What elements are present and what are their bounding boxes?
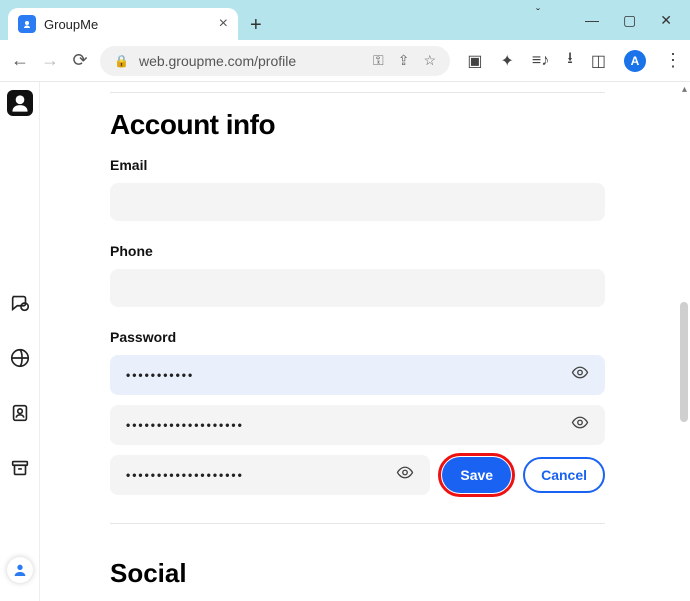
profile-avatar[interactable]: A — [624, 50, 646, 72]
scroll-up-arrow-icon[interactable]: ▴ — [682, 84, 687, 95]
profile-page: ▴ Account info Email Phone Password ••••… — [40, 82, 690, 601]
top-divider — [110, 92, 605, 93]
content-area: ▴ Account info Email Phone Password ••••… — [0, 82, 690, 601]
toggle-visibility-icon[interactable] — [571, 364, 589, 387]
extensions-icon[interactable]: ✦ — [501, 51, 514, 71]
share-icon[interactable]: ⇪ — [398, 52, 410, 69]
app-left-rail — [0, 82, 40, 601]
close-tab-icon[interactable]: × — [219, 15, 228, 33]
downloads-icon[interactable]: ⭳ — [567, 47, 573, 74]
contacts-icon[interactable] — [9, 402, 31, 429]
tab-dropdown-icon[interactable]: ˇ — [536, 6, 540, 20]
menu-icon[interactable]: ⋮ — [664, 50, 680, 71]
screenshot-icon[interactable]: ▣ — [467, 51, 482, 71]
phone-field[interactable] — [110, 269, 605, 307]
email-label: Email — [110, 157, 650, 173]
tab-title: GroupMe — [44, 17, 98, 32]
browser-tab[interactable]: GroupMe × — [8, 8, 238, 40]
social-heading: Social — [110, 558, 650, 589]
back-button[interactable]: ← — [10, 50, 30, 71]
archive-icon[interactable] — [9, 457, 31, 484]
password-mask: ••••••••••• — [126, 368, 194, 382]
new-tab-button[interactable]: + — [250, 14, 262, 37]
groupme-logo-icon[interactable] — [7, 90, 33, 116]
account-info-heading: Account info — [110, 109, 650, 141]
key-icon[interactable]: ⚿ — [373, 52, 384, 69]
browser-toolbar: ← → ⟳ 🔒 web.groupme.com/profile ⚿ ⇪ ☆ ▣ … — [0, 40, 690, 82]
cancel-button[interactable]: Cancel — [523, 457, 605, 493]
address-bar[interactable]: 🔒 web.groupme.com/profile ⚿ ⇪ ☆ — [100, 46, 450, 76]
phone-label: Phone — [110, 243, 650, 259]
discover-icon[interactable] — [9, 347, 31, 374]
scrollbar-thumb[interactable] — [680, 302, 688, 422]
minimize-button[interactable]: — — [585, 12, 599, 28]
lock-icon: 🔒 — [114, 54, 129, 68]
omnibox-actions: ⚿ ⇪ ☆ — [373, 52, 436, 69]
toggle-visibility-icon[interactable] — [571, 414, 589, 437]
window-controls: — ▢ ✕ — [585, 0, 682, 40]
browser-titlebar: GroupMe × + ˇ — ▢ ✕ — [0, 0, 690, 40]
password-mask: ••••••••••••••••••• — [126, 468, 244, 482]
toolbar-extensions: ▣ ✦ ≡♪ ⭳ ◫ A ⋮ — [467, 47, 680, 74]
account-bubble-icon[interactable] — [7, 557, 33, 583]
confirm-password-row: ••••••••••••••••••• Save Cancel — [110, 455, 605, 495]
email-field[interactable] — [110, 183, 605, 221]
forward-button[interactable]: → — [40, 50, 60, 71]
mid-divider — [110, 523, 605, 524]
close-window-button[interactable]: ✕ — [660, 12, 672, 29]
password-label: Password — [110, 329, 650, 345]
save-button[interactable]: Save — [442, 457, 511, 493]
current-password-field[interactable]: ••••••••••• — [110, 355, 605, 395]
maximize-button[interactable]: ▢ — [623, 12, 636, 29]
new-password-field[interactable]: ••••••••••••••••••• — [110, 405, 605, 445]
toggle-visibility-icon[interactable] — [396, 464, 414, 487]
confirm-password-field[interactable]: ••••••••••••••••••• — [110, 455, 430, 495]
groupme-favicon-icon — [18, 15, 36, 33]
star-icon[interactable]: ☆ — [423, 52, 436, 69]
password-mask: ••••••••••••••••••• — [126, 418, 244, 432]
chats-icon[interactable] — [9, 292, 31, 319]
url-text: web.groupme.com/profile — [139, 53, 363, 69]
reload-button[interactable]: ⟳ — [70, 50, 90, 71]
reading-list-icon[interactable]: ≡♪ — [532, 52, 549, 70]
sidepanel-icon[interactable]: ◫ — [591, 51, 606, 71]
